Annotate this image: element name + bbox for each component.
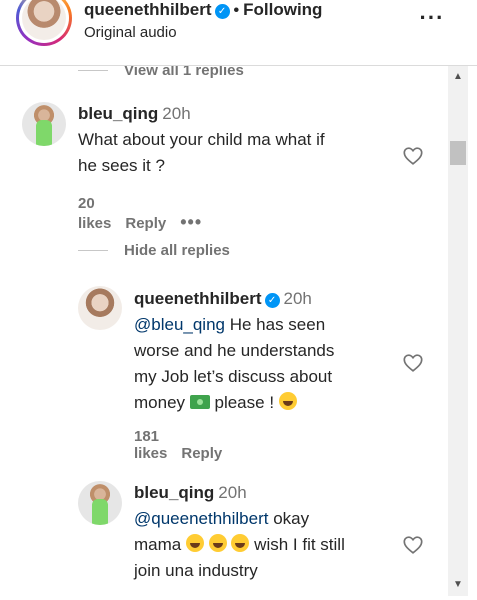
likes-count[interactable]: 20 likes [78, 195, 111, 232]
post-header: queenethhilbert ✓ • Following Original audi… [0, 0, 477, 66]
comment-username[interactable]: bleu_qing [78, 104, 158, 123]
comment-username[interactable]: bleu_qing [134, 483, 214, 502]
commenter-avatar[interactable] [78, 481, 122, 525]
reply-button[interactable]: Reply [125, 215, 166, 232]
comment-body: bleu_qing 20h @queenethhilbert okay mama … [134, 483, 345, 580]
scroll-down-icon[interactable]: ▼ [448, 578, 468, 592]
scrollbar[interactable]: ▲ ▼ [448, 66, 468, 596]
like-heart-icon[interactable] [402, 534, 424, 556]
audio-label[interactable]: Original audio [84, 24, 177, 41]
comment-more-icon[interactable]: ••• [180, 212, 202, 232]
reply-button[interactable]: Reply [181, 445, 222, 462]
mention-link[interactable]: @queenethhilbert [134, 509, 268, 528]
header-title: queenethhilbert ✓ • Following [84, 0, 322, 21]
like-heart-icon[interactable] [402, 352, 424, 374]
header-username[interactable]: queenethhilbert [84, 0, 212, 19]
comment-body: queenethhilbert ✓ 20h @bleu_qing He has se… [134, 289, 335, 412]
more-options-icon[interactable]: ··· [418, 7, 446, 30]
laughing-emoji-icon [208, 534, 227, 552]
mention-link[interactable]: @bleu_qing [134, 315, 225, 334]
comment-actions: 20 likes Reply ••• [78, 195, 216, 233]
scroll-up-icon[interactable]: ▲ [448, 70, 468, 84]
likes-count[interactable]: 181 likes [134, 428, 167, 462]
scrollbar-thumb[interactable] [450, 141, 466, 165]
view-replies-button[interactable]: View all 1 replies [78, 66, 244, 79]
comment-time: 20h [283, 289, 312, 308]
laughing-emoji-icon [278, 392, 297, 410]
header-avatar[interactable] [16, 0, 72, 46]
verified-badge-icon: ✓ [214, 4, 230, 19]
commenter-avatar[interactable] [22, 102, 66, 146]
money-emoji-icon [189, 395, 210, 409]
separator-dot: • [233, 2, 240, 19]
comment-actions: 181 likes Reply [134, 428, 236, 462]
like-heart-icon[interactable] [402, 145, 424, 167]
laughing-emoji-icon [185, 534, 204, 552]
following-button[interactable]: Following [243, 0, 322, 19]
comment-body: bleu_qing 20h What about your child ma wh… [78, 104, 325, 175]
comment-username[interactable]: queenethhilbert [134, 289, 262, 308]
hide-replies-button[interactable]: Hide all replies [78, 242, 230, 259]
verified-badge-icon: ✓ [264, 293, 280, 308]
comments-list[interactable]: View all 1 replies bleu_qing 20h What abo… [0, 66, 477, 600]
laughing-emoji-icon [231, 534, 250, 552]
comment-time: 20h [218, 483, 247, 502]
comment-time: 20h [162, 104, 191, 123]
commenter-avatar[interactable] [78, 286, 122, 330]
